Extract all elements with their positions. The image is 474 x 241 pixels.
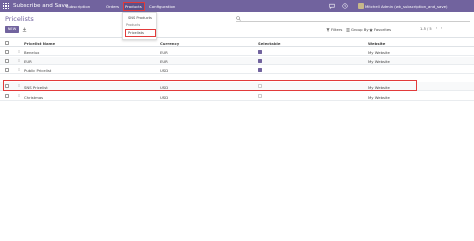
favorites-button[interactable]: Favorites <box>374 27 391 32</box>
page-title: Pricelists <box>5 15 34 23</box>
search-icon <box>236 15 241 21</box>
table-row[interactable]: ⠿ Public Pricelist USD <box>0 66 474 75</box>
top-navbar: Subscribe and Save Subscription Orders P… <box>0 0 474 12</box>
search-input[interactable] <box>236 15 470 22</box>
user-menu[interactable]: Mitchell Admin (wk_subscription_and_save… <box>365 4 447 9</box>
filter-icon <box>326 27 330 32</box>
dropdown-item-sns-products[interactable]: SNS Products <box>128 16 152 20</box>
activity-clock-icon[interactable] <box>342 3 348 9</box>
table-row[interactable]: ⠿ Christmas USD My Website <box>0 92 474 101</box>
dropdown-item-pricelists[interactable]: Pricelists <box>128 31 144 35</box>
menu-orders[interactable]: Orders <box>106 4 119 9</box>
currency: USD <box>160 94 169 100</box>
pager-value[interactable]: 1-5 / 5 <box>420 27 432 31</box>
dropdown-item-products[interactable]: Products <box>126 23 140 27</box>
website: My Website <box>368 94 390 100</box>
row-checkbox[interactable] <box>5 94 9 99</box>
pager-next-icon[interactable]: › <box>439 26 444 32</box>
currency: USD <box>160 68 169 73</box>
column-header-currency[interactable]: Currency <box>160 41 179 46</box>
table-row[interactable]: ⠿ Benelux EUR My Website <box>0 48 474 57</box>
select-all-checkbox[interactable] <box>5 41 9 45</box>
apps-menu-icon[interactable] <box>3 3 9 9</box>
selectable-checkbox[interactable] <box>258 49 262 54</box>
row-checkbox[interactable] <box>5 67 9 72</box>
drag-handle-icon[interactable]: ⠿ <box>18 59 20 63</box>
menu-configuration[interactable]: Configuration <box>149 4 175 9</box>
products-dropdown-menu: SNS Products Products Pricelists <box>122 12 157 40</box>
app-brand[interactable]: Subscribe and Save <box>13 3 68 9</box>
website: My Website <box>368 50 390 55</box>
pricelist-name: Christmas <box>24 94 44 100</box>
row-highlight-annotation <box>3 80 417 91</box>
download-icon[interactable] <box>22 27 27 32</box>
row-checkbox[interactable] <box>5 58 9 63</box>
drag-handle-icon[interactable]: ⠿ <box>18 94 20 98</box>
table-row[interactable]: ⠿ EUR EUR My Website <box>0 56 474 66</box>
website: My Website <box>368 59 390 64</box>
avatar[interactable] <box>358 3 364 9</box>
currency: EUR <box>160 50 168 55</box>
drag-handle-icon[interactable]: ⠿ <box>18 68 20 72</box>
selectable-checkbox[interactable] <box>258 94 262 99</box>
selectable-checkbox[interactable] <box>258 58 262 63</box>
column-header-name[interactable]: Pricelist Name <box>24 41 55 46</box>
new-button[interactable]: NEW <box>5 26 19 33</box>
group-by-icon <box>346 28 350 31</box>
table-header: Pricelist Name Currency Selectable Websi… <box>0 37 474 47</box>
group-by-button[interactable]: Group By <box>351 27 369 32</box>
pricelist-name: EUR <box>24 59 32 64</box>
column-header-website[interactable]: Website <box>368 41 385 46</box>
pricelist-name: Public Pricelist <box>24 68 52 73</box>
pricelist-name: Benelux <box>24 50 40 55</box>
chat-icon[interactable] <box>329 3 335 9</box>
menu-subscription[interactable]: Subscription <box>66 4 90 9</box>
menu-products[interactable]: Products <box>125 4 142 9</box>
selectable-checkbox[interactable] <box>258 67 262 72</box>
row-checkbox[interactable] <box>5 49 9 54</box>
filters-button[interactable]: Filters <box>331 27 342 32</box>
drag-handle-icon[interactable]: ⠿ <box>18 50 20 54</box>
currency: EUR <box>160 59 168 64</box>
column-header-selectable[interactable]: Selectable <box>258 41 280 46</box>
favorites-star-icon <box>369 27 373 32</box>
